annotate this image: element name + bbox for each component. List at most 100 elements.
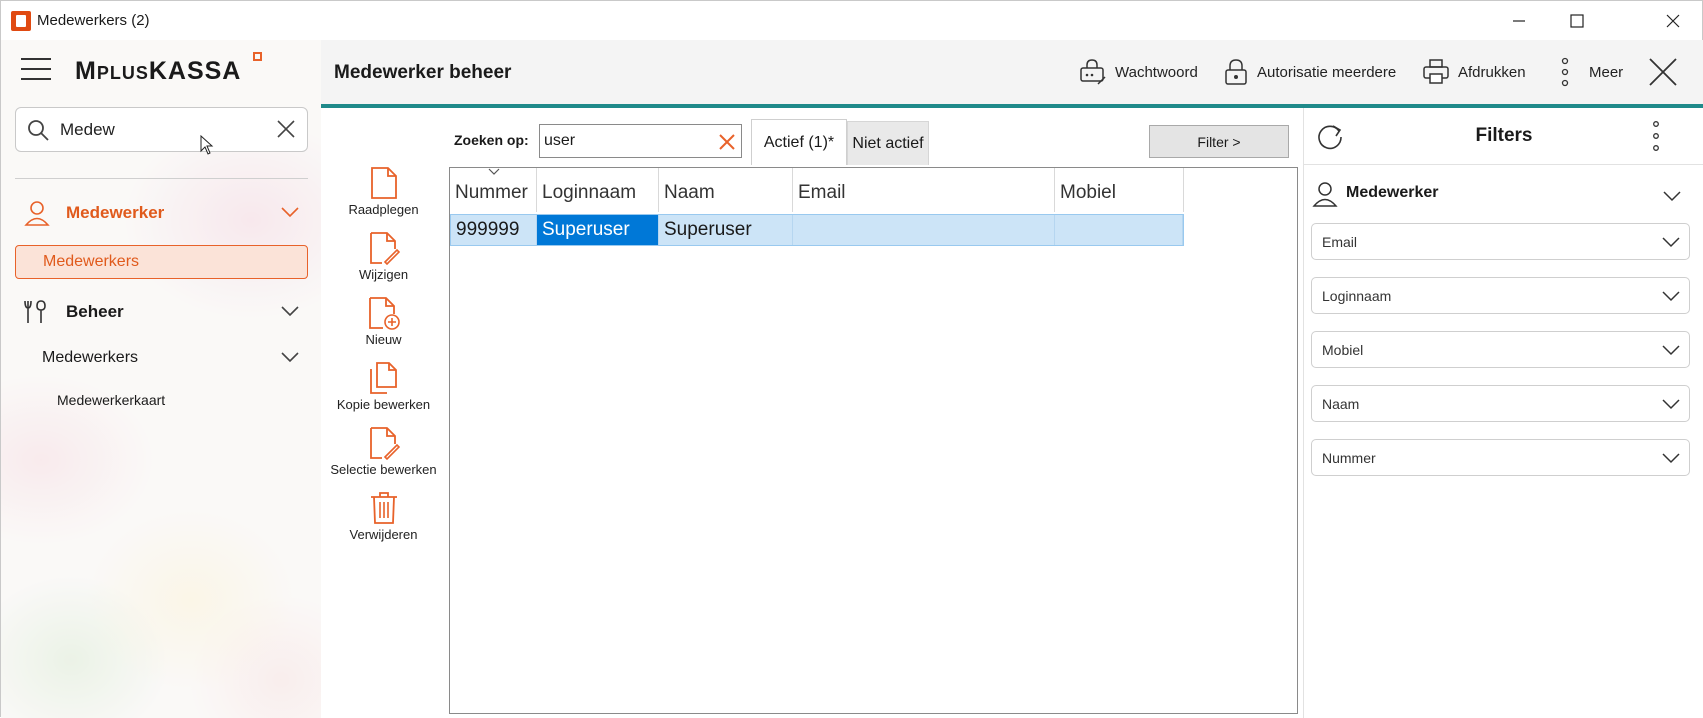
print-label: Afdrukken	[1458, 63, 1526, 81]
tab-niet-actief[interactable]: Niet actief	[847, 121, 929, 165]
maximize-button[interactable]	[1548, 1, 1606, 40]
document-icon	[370, 167, 397, 199]
new-button[interactable]: Nieuw	[321, 296, 446, 347]
grid-header: Nummer Loginnaam Naam Email Mobiel	[450, 168, 1184, 212]
more-vertical-icon[interactable]	[1650, 120, 1662, 152]
filter-button[interactable]: Filter >	[1149, 125, 1289, 158]
sidebar-item-label: Medewerkerkaart	[57, 392, 166, 408]
main-content: Medewerker beheer Wachtwoord Autorisatie…	[321, 40, 1703, 718]
filter-naam-dropdown[interactable]: Naam	[1311, 385, 1690, 422]
sidebar-item-label: Medewerker	[66, 203, 165, 222]
column-header-nummer[interactable]: Nummer	[450, 168, 537, 212]
close-panel-icon[interactable]	[1648, 57, 1678, 87]
cell-loginnaam: Superuser	[537, 215, 659, 245]
cell-nummer: 999999	[451, 215, 537, 245]
filters-section-title: Medewerker	[1346, 184, 1439, 201]
sidebar-item-label: Beheer	[66, 302, 124, 321]
delete-button[interactable]: Verwijderen	[321, 491, 446, 542]
chevron-down-icon	[1662, 345, 1680, 356]
filter-loginnaam-dropdown[interactable]: Loginnaam	[1311, 277, 1690, 314]
close-icon	[1666, 14, 1680, 27]
view-label: Raadplegen	[348, 202, 419, 217]
app-icon	[11, 11, 31, 31]
chevron-down-icon	[1662, 237, 1680, 248]
copy-icon	[369, 362, 397, 394]
filter-nummer-dropdown[interactable]: Nummer	[1311, 439, 1690, 476]
chevron-down-icon	[281, 352, 299, 363]
sidebar-item-beheer[interactable]: Beheer	[15, 294, 308, 330]
action-column: Raadplegen Wijzigen Nieuw Kopie bewerken…	[321, 108, 446, 718]
edit-button[interactable]: Wijzigen	[321, 231, 446, 282]
close-window-button[interactable]	[1644, 1, 1702, 40]
print-button[interactable]: Afdrukken	[1422, 56, 1526, 88]
app-window: Medewerkers (2) MPLUSKASSA Medew Medewer…	[0, 0, 1703, 718]
title-bar: Medewerkers (2)	[1, 1, 1702, 40]
more-label: Meer	[1589, 63, 1624, 81]
chevron-down-icon	[281, 306, 299, 317]
clear-search-icon[interactable]	[275, 118, 297, 140]
authorization-button[interactable]: Autorisatie meerdere	[1223, 56, 1396, 88]
sidebar-item-label: Medewerkers	[42, 349, 139, 366]
sidebar-item-medewerkers-selected[interactable]: Medewerkers	[15, 245, 308, 279]
column-header-naam[interactable]: Naam	[659, 168, 793, 212]
lock-icon	[1225, 59, 1247, 85]
menu-icon[interactable]	[21, 58, 51, 84]
filter-email-dropdown[interactable]: Email	[1311, 223, 1690, 260]
password-label: Wachtwoord	[1115, 63, 1198, 81]
chevron-down-icon	[1662, 399, 1680, 410]
menu-search-value: Medew	[60, 120, 115, 139]
sidebar-item-medewerker[interactable]: Medewerker	[15, 195, 308, 231]
printer-icon	[1423, 59, 1449, 84]
logo: MPLUSKASSA	[75, 57, 242, 85]
table-row[interactable]: 999999 Superuser Superuser	[450, 214, 1184, 246]
cell-email	[793, 215, 1055, 245]
selection-edit-label: Selectie bewerken	[330, 462, 437, 477]
sidebar-divider	[15, 178, 308, 179]
chevron-down-icon[interactable]	[1662, 189, 1682, 203]
view-button[interactable]: Raadplegen	[321, 166, 446, 217]
selection-edit-button[interactable]: Selectie bewerken	[321, 426, 446, 477]
sidebar-item-label: Medewerkers	[43, 253, 140, 270]
edit-label: Wijzigen	[358, 267, 409, 282]
more-button[interactable]: Meer	[1557, 56, 1623, 88]
sidebar-item-medewerkers-group[interactable]: Medewerkers	[15, 340, 308, 376]
filter-label: Loginnaam	[1322, 288, 1392, 304]
column-header-mobiel[interactable]: Mobiel	[1055, 168, 1184, 212]
edit-document-icon	[369, 427, 400, 460]
chevron-down-icon	[1662, 453, 1680, 464]
clear-icon[interactable]	[718, 133, 736, 151]
filter-label: Mobiel	[1322, 342, 1364, 358]
password-button[interactable]: Wachtwoord	[1079, 56, 1198, 88]
filter-mobiel-dropdown[interactable]: Mobiel	[1311, 331, 1690, 368]
filters-title: Filters	[1475, 125, 1533, 146]
minimize-button[interactable]	[1490, 1, 1548, 40]
mouse-cursor-icon	[200, 135, 214, 155]
search-input[interactable]: user	[539, 124, 742, 158]
new-document-icon	[368, 297, 400, 330]
delete-label: Verwijderen	[349, 527, 418, 542]
header-bar: Medewerker beheer Wachtwoord Autorisatie…	[321, 40, 1703, 104]
logo-mark	[253, 52, 262, 61]
chevron-down-icon	[281, 207, 299, 218]
sidebar-item-medewerkerkaart[interactable]: Medewerkerkaart	[15, 382, 308, 418]
password-icon	[1080, 59, 1106, 85]
more-vertical-icon	[1561, 57, 1569, 87]
copy-edit-button[interactable]: Kopie bewerken	[321, 361, 446, 412]
data-grid: Nummer Loginnaam Naam Email Mobiel 99999…	[449, 167, 1298, 714]
chevron-down-icon	[1662, 291, 1680, 302]
search-value: user	[544, 132, 576, 149]
search-icon	[28, 120, 49, 141]
page-title: Medewerker beheer	[334, 62, 512, 83]
edit-document-icon	[369, 232, 400, 265]
sidebar: MPLUSKASSA Medew Medewerker Medewerkers …	[1, 40, 321, 718]
column-header-email[interactable]: Email	[793, 168, 1055, 212]
maximize-icon	[1570, 13, 1584, 28]
column-header-loginnaam[interactable]: Loginnaam	[537, 168, 659, 212]
tab-actief[interactable]: Actief (1)*	[751, 119, 847, 165]
menu-search-input[interactable]: Medew	[15, 107, 308, 152]
search-label: Zoeken op:	[454, 132, 529, 148]
copy-edit-label: Kopie bewerken	[336, 397, 431, 412]
tools-icon	[24, 300, 46, 323]
cell-naam: Superuser	[659, 215, 793, 245]
filter-label: Nummer	[1322, 450, 1376, 466]
